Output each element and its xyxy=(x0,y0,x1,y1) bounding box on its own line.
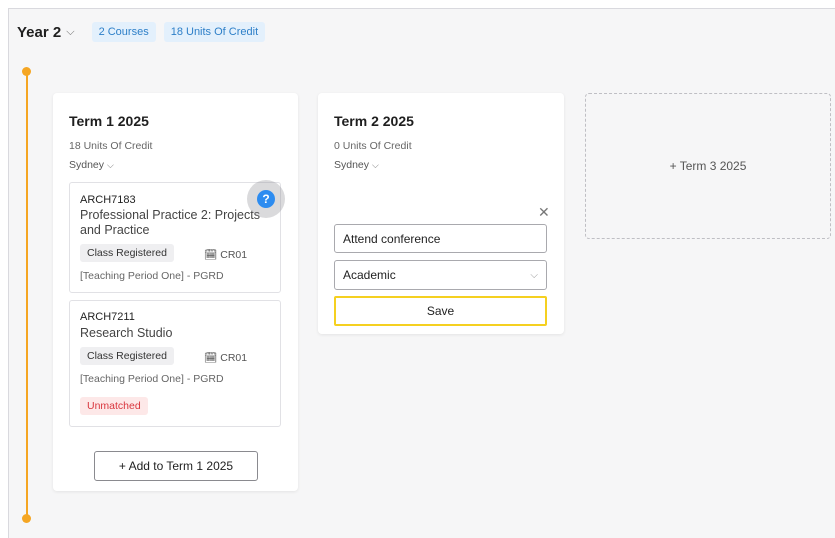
timeline-dot-bottom xyxy=(22,514,31,523)
location-label: Sydney xyxy=(69,159,105,171)
course-name-line1: Research Studio xyxy=(80,326,173,340)
class-code: 🗓︎ CR01 xyxy=(204,351,247,364)
save-button[interactable]: Save xyxy=(334,296,547,326)
class-code-label: CR01 xyxy=(220,249,248,261)
help-button[interactable]: ? xyxy=(247,180,285,218)
course-code: ARCH7183 xyxy=(80,194,136,206)
event-name-input[interactable] xyxy=(334,224,547,253)
term-title: Term 1 2025 xyxy=(69,113,149,129)
term-card-term1: Term 1 2025 18 Units Of Credit Sydney ⌵ A… xyxy=(53,93,298,491)
units-chip: 18 Units Of Credit xyxy=(163,22,266,42)
unmatched-badge: Unmatched xyxy=(80,397,148,415)
course-name-line2: and Practice xyxy=(80,223,150,237)
category-select[interactable]: Academic ⌵ xyxy=(334,260,547,290)
status-badge: Class Registered xyxy=(80,244,174,262)
teaching-period: [Teaching Period One] - PGRD xyxy=(80,270,224,282)
year-header: Year 2 ⌵ 2 Courses 18 Units Of Credit xyxy=(17,22,273,42)
courses-count-chip: 2 Courses xyxy=(91,22,156,42)
course-code: ARCH7211 xyxy=(80,311,135,323)
chevron-down-icon: ⌵ xyxy=(107,160,114,170)
add-to-term-button[interactable]: + Add to Term 1 2025 xyxy=(94,451,258,481)
chevron-down-icon[interactable]: ⌵ xyxy=(66,26,74,39)
teaching-period: [Teaching Period One] - PGRD xyxy=(80,373,224,385)
calendar-icon: 🗓︎ xyxy=(204,352,218,364)
term-units: 0 Units Of Credit xyxy=(334,140,412,152)
close-icon[interactable]: ✕ xyxy=(538,204,550,221)
term-card-term2: Term 2 2025 0 Units Of Credit Sydney ⌵ ✕ … xyxy=(318,93,564,334)
add-term-button[interactable]: + Term 3 2025 xyxy=(585,93,831,239)
chevron-down-icon: ⌵ xyxy=(530,269,538,281)
help-icon: ? xyxy=(257,190,275,208)
category-select-value: Academic xyxy=(343,268,396,282)
term-title: Term 2 2025 xyxy=(334,113,414,129)
chevron-down-icon: ⌵ xyxy=(372,160,379,170)
term-units: 18 Units Of Credit xyxy=(69,140,153,152)
course-card[interactable]: ARCH7183 Professional Practice 2: Projec… xyxy=(69,180,285,293)
timeline-line xyxy=(26,71,28,517)
timeline-dot-top xyxy=(22,67,31,76)
calendar-icon: 🗓︎ xyxy=(204,249,218,261)
course-card[interactable]: ARCH7211 Research Studio Class Registere… xyxy=(69,300,281,427)
location-dropdown[interactable]: Sydney ⌵ xyxy=(69,159,114,171)
class-code: 🗓︎ CR01 xyxy=(204,248,247,261)
class-code-label: CR01 xyxy=(220,352,248,364)
status-badge: Class Registered xyxy=(80,347,174,365)
location-dropdown[interactable]: Sydney ⌵ xyxy=(334,159,379,171)
location-label: Sydney xyxy=(334,159,370,171)
planner-frame: Year 2 ⌵ 2 Courses 18 Units Of Credit Te… xyxy=(8,8,835,538)
year-title[interactable]: Year 2 xyxy=(17,24,61,41)
course-name-line1: Professional Practice 2: Projects xyxy=(80,208,260,222)
